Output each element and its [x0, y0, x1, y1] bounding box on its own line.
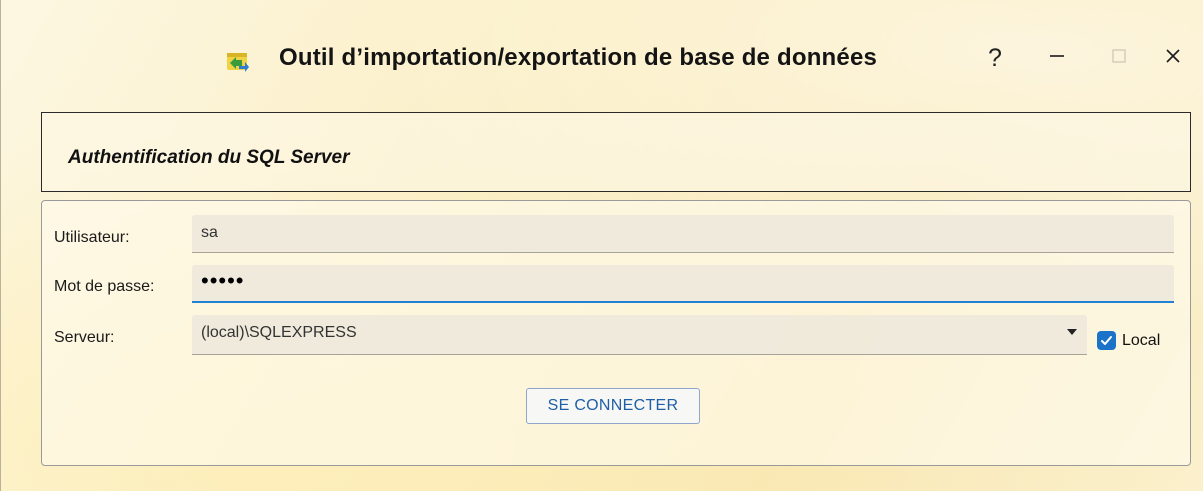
minimize-button[interactable]	[1037, 40, 1077, 76]
auth-title: Authentification du SQL Server	[68, 147, 350, 168]
chevron-down-icon[interactable]	[1067, 329, 1077, 335]
title-bar[interactable]: Outil d’importation/exportation de base …	[1, 0, 1203, 100]
user-label: Utilisateur:	[54, 229, 130, 246]
server-select[interactable]: (local)\SQLEXPRESS	[192, 315, 1087, 355]
local-checkbox[interactable]	[1097, 331, 1116, 350]
maximize-button[interactable]	[1099, 40, 1139, 76]
close-icon	[1165, 48, 1181, 69]
local-label: Local	[1122, 331, 1161, 349]
login-form-panel: Utilisateur: sa Mot de passe: ••••• Serv…	[41, 200, 1191, 466]
connect-button[interactable]: SE CONNECTER	[526, 388, 700, 424]
password-input[interactable]: •••••	[192, 265, 1174, 303]
user-input[interactable]: sa	[192, 215, 1174, 253]
checkmark-icon	[1101, 336, 1112, 345]
maximize-icon	[1111, 48, 1127, 69]
local-checkbox-group[interactable]: Local	[1097, 331, 1160, 350]
server-label: Serveur:	[54, 329, 115, 346]
window-title: Outil d’importation/exportation de base …	[279, 44, 878, 71]
help-icon[interactable]: ?	[988, 44, 1002, 73]
password-label: Mot de passe:	[54, 278, 155, 295]
close-button[interactable]	[1153, 40, 1193, 76]
server-value: (local)\SQLEXPRESS	[201, 324, 357, 341]
minimize-icon	[1048, 47, 1066, 70]
database-transfer-icon	[225, 48, 251, 74]
dialog-window: Outil d’importation/exportation de base …	[0, 0, 1203, 491]
auth-header-panel: Authentification du SQL Server	[41, 112, 1191, 192]
